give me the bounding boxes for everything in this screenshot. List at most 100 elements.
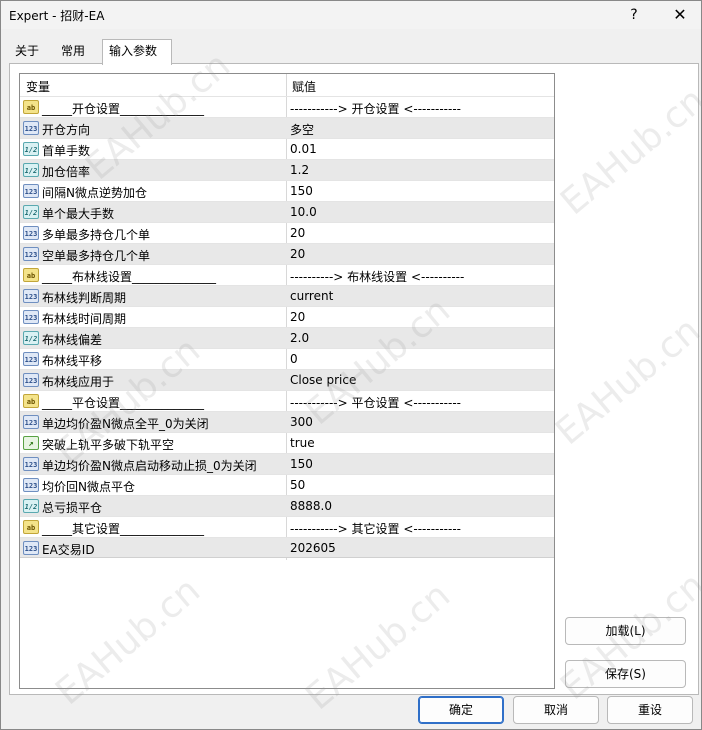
param-name: 布林线应用于 — [42, 375, 115, 389]
param-value[interactable]: Close price — [290, 373, 356, 387]
integer-type-icon: 123 — [23, 373, 39, 387]
param-row[interactable]: ab _____开仓设置______________ -----------> 开仓… — [20, 96, 554, 117]
param-row[interactable]: ab _____其它设置______________ -----------> 其它… — [20, 516, 554, 537]
integer-type-icon: 123 — [23, 247, 39, 261]
column-header-value[interactable]: 赋值 — [292, 78, 316, 95]
ok-button[interactable]: 确定 — [418, 696, 504, 724]
param-name: 突破上轨平多破下轨平空 — [42, 438, 175, 452]
param-name: 间隔N微点逆势加仓 — [42, 186, 147, 200]
integer-type-icon: 123 — [23, 478, 39, 492]
param-value[interactable]: 20 — [290, 247, 305, 261]
param-row[interactable]: 123 单边均价盈N微点启动移动止损_0为关闭 150 — [20, 453, 554, 474]
param-value[interactable]: -----------> 其它设置 <----------- — [290, 520, 461, 537]
param-row[interactable]: 123 多单最多持仓几个单 20 — [20, 222, 554, 243]
param-name: 多单最多持仓几个单 — [42, 228, 151, 242]
param-value[interactable]: 8888.0 — [290, 499, 332, 513]
param-row[interactable]: 1/2 总亏损平仓 8888.0 — [20, 495, 554, 516]
integer-type-icon: 123 — [23, 289, 39, 303]
string-type-icon: ab — [23, 268, 39, 282]
param-name: 布林线时间周期 — [42, 312, 127, 326]
param-name: 均价回N微点平仓 — [42, 480, 135, 494]
param-row[interactable]: ↗ 突破上轨平多破下轨平空 true — [20, 432, 554, 453]
param-row[interactable]: 123 布林线平移 0 — [20, 348, 554, 369]
param-value[interactable]: 0 — [290, 352, 298, 366]
param-name: _____其它设置______________ — [42, 522, 205, 536]
double-type-icon: 1/2 — [23, 499, 39, 513]
param-value[interactable]: 300 — [290, 415, 313, 429]
integer-type-icon: 123 — [23, 121, 39, 135]
param-name: 布林线平移 — [42, 354, 103, 368]
param-row[interactable]: 123 布林线判断周期 current — [20, 285, 554, 306]
double-type-icon: 1/2 — [23, 163, 39, 177]
param-row[interactable]: 123 开仓方向 多空 — [20, 117, 554, 138]
integer-type-icon: 123 — [23, 310, 39, 324]
param-value[interactable]: 2.0 — [290, 331, 309, 345]
integer-type-icon: 123 — [23, 415, 39, 429]
param-name: 开仓方向 — [42, 123, 91, 137]
param-value[interactable]: current — [290, 289, 333, 303]
param-value[interactable]: ----------> 布林线设置 <---------- — [290, 268, 464, 285]
param-name: 布林线判断周期 — [42, 291, 127, 305]
tab-inputs[interactable]: 输入参数 — [102, 39, 172, 65]
param-row[interactable]: 123 间隔N微点逆势加仓 150 — [20, 180, 554, 201]
string-type-icon: ab — [23, 394, 39, 408]
expert-dialog: Expert - 招财-EA ? ✕ 关于 常用 输入参数 变量 赋值 ab __… — [0, 0, 702, 730]
param-value[interactable]: true — [290, 436, 315, 450]
window-title: Expert - 招财-EA — [9, 9, 105, 23]
param-row[interactable]: 123 布林线时间周期 20 — [20, 306, 554, 327]
close-icon[interactable]: ✕ — [663, 3, 697, 27]
param-name: 首单手数 — [42, 144, 91, 158]
param-name: EA交易ID — [42, 543, 95, 557]
tab-common[interactable]: 常用 — [55, 41, 103, 63]
integer-type-icon: 123 — [23, 457, 39, 471]
column-header-variable[interactable]: 变量 — [26, 78, 50, 95]
param-value[interactable]: -----------> 平仓设置 <----------- — [290, 394, 461, 411]
parameters-grid: 变量 赋值 ab _____开仓设置______________ ---------… — [19, 73, 555, 689]
param-value[interactable]: -----------> 开仓设置 <----------- — [290, 100, 461, 117]
title-bar: Expert - 招财-EA ? ✕ — [1, 1, 701, 29]
param-name: 空单最多持仓几个单 — [42, 249, 151, 263]
param-row[interactable]: 123 EA交易ID 202605 — [20, 537, 554, 558]
param-name: _____布林线设置______________ — [42, 270, 217, 284]
param-name: _____平仓设置______________ — [42, 396, 205, 410]
param-name: 加仓倍率 — [42, 165, 91, 179]
load-button[interactable]: 加载(L) — [565, 617, 686, 645]
help-icon[interactable]: ? — [617, 3, 651, 27]
reset-button[interactable]: 重设 — [607, 696, 693, 724]
param-name: 布林线偏差 — [42, 333, 103, 347]
param-value[interactable]: 多空 — [290, 121, 314, 138]
param-row[interactable]: 123 均价回N微点平仓 50 — [20, 474, 554, 495]
param-value[interactable]: 150 — [290, 184, 313, 198]
param-row[interactable]: 123 单边均价盈N微点全平_0为关闭 300 — [20, 411, 554, 432]
param-value[interactable]: 20 — [290, 310, 305, 324]
boolean-type-icon: ↗ — [23, 436, 39, 450]
double-type-icon: 1/2 — [23, 142, 39, 156]
param-row[interactable]: ab _____布林线设置______________ ----------> 布林… — [20, 264, 554, 285]
param-value[interactable]: 1.2 — [290, 163, 309, 177]
integer-type-icon: 123 — [23, 226, 39, 240]
param-row[interactable]: ab _____平仓设置______________ -----------> 平仓… — [20, 390, 554, 411]
integer-type-icon: 123 — [23, 352, 39, 366]
grid-header: 变量 赋值 — [20, 74, 554, 96]
cancel-button[interactable]: 取消 — [513, 696, 599, 724]
param-row[interactable]: 123 布林线应用于 Close price — [20, 369, 554, 390]
param-value[interactable]: 202605 — [290, 541, 336, 555]
param-value[interactable]: 10.0 — [290, 205, 317, 219]
param-value[interactable]: 50 — [290, 478, 305, 492]
double-type-icon: 1/2 — [23, 205, 39, 219]
param-row[interactable]: 1/2 首单手数 0.01 — [20, 138, 554, 159]
param-name: 单边均价盈N微点全平_0为关闭 — [42, 417, 209, 431]
param-value[interactable]: 20 — [290, 226, 305, 240]
integer-type-icon: 123 — [23, 184, 39, 198]
param-value[interactable]: 150 — [290, 457, 313, 471]
tab-about[interactable]: 关于 — [9, 41, 49, 63]
param-name: 单个最大手数 — [42, 207, 115, 221]
param-name: 单边均价盈N微点启动移动止损_0为关闭 — [42, 459, 257, 473]
param-value[interactable]: 0.01 — [290, 142, 317, 156]
save-button[interactable]: 保存(S) — [565, 660, 686, 688]
param-row[interactable]: 1/2 加仓倍率 1.2 — [20, 159, 554, 180]
param-row[interactable]: 123 空单最多持仓几个单 20 — [20, 243, 554, 264]
param-row[interactable]: 1/2 单个最大手数 10.0 — [20, 201, 554, 222]
param-row[interactable]: 1/2 布林线偏差 2.0 — [20, 327, 554, 348]
param-name: _____开仓设置______________ — [42, 102, 205, 116]
